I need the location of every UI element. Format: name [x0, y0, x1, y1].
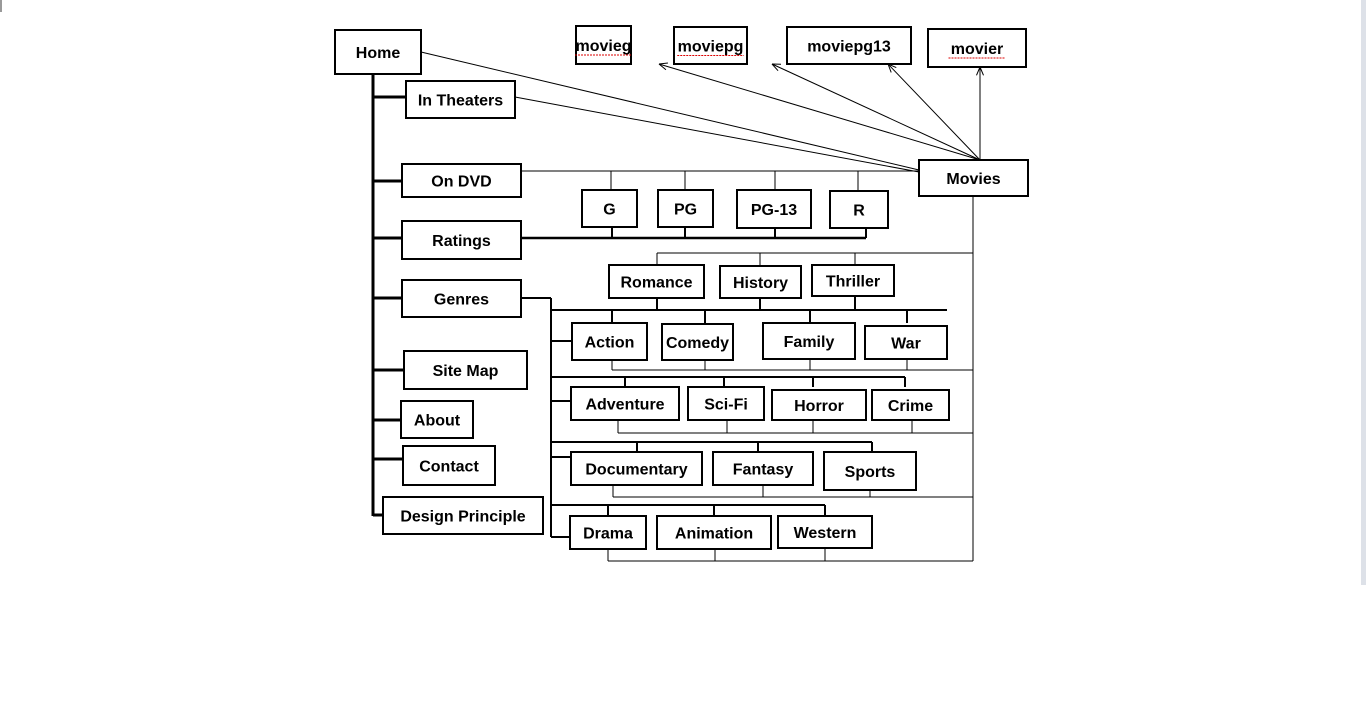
node-g: G [581, 189, 638, 228]
node-drama: Drama [569, 515, 647, 550]
node-label: Genres [434, 292, 489, 309]
node-on-dvd: On DVD [401, 163, 522, 198]
node-label: moviepg [678, 39, 744, 56]
node-label: About [414, 413, 461, 430]
node-ratings: Ratings [401, 220, 522, 260]
node-label: moviepg13 [807, 39, 891, 56]
node-movier: movier [927, 28, 1027, 68]
node-label: History [733, 275, 788, 292]
node-fantasy: Fantasy [712, 451, 814, 486]
node-label: Adventure [585, 397, 664, 414]
node-label: Action [585, 335, 635, 352]
node-label: On DVD [431, 174, 491, 191]
node-label: Romance [620, 275, 692, 292]
node-pg13: PG-13 [736, 189, 812, 229]
node-label: Home [356, 45, 401, 62]
node-label: Ratings [432, 233, 491, 250]
node-western: Western [777, 515, 873, 549]
arrow-head [976, 66, 981, 76]
node-label: Thriller [826, 274, 880, 291]
node-label: PG [674, 202, 697, 219]
node-label: Drama [583, 526, 633, 543]
arrow-head [979, 66, 984, 76]
node-label: Horror [794, 398, 844, 415]
node-war: War [864, 325, 948, 360]
site-map-diagram: Home In Theaters On DVD Ratings Genres Site M… [334, 25, 1029, 562]
node-label: Fantasy [733, 462, 794, 479]
node-action: Action [571, 322, 648, 361]
node-home: Home [334, 29, 422, 75]
arrow-line [887, 63, 981, 161]
node-sports: Sports [823, 451, 917, 491]
node-moviepg13: moviepg13 [786, 26, 912, 65]
node-label: War [891, 336, 921, 353]
node-scifi: Sci-Fi [687, 386, 765, 421]
node-movieg: movieg [575, 25, 632, 65]
node-label: R [853, 203, 865, 220]
node-label: Sci-Fi [704, 397, 748, 414]
node-label: Movies [946, 171, 1000, 188]
node-animation: Animation [656, 515, 772, 550]
node-horror: Horror [771, 389, 867, 421]
vertical-scrollbar[interactable] [1361, 0, 1366, 585]
node-label: G [603, 202, 615, 219]
arrow-line [658, 63, 981, 161]
node-genres: Genres [401, 279, 522, 318]
arrow-line [771, 63, 981, 161]
node-romance: Romance [608, 264, 705, 299]
node-label: movieg [575, 38, 631, 55]
node-in-theaters: In Theaters [405, 80, 516, 119]
node-label: PG-13 [751, 202, 797, 219]
node-r: R [829, 190, 889, 229]
node-label: Contact [419, 459, 479, 476]
nodes: Home In Theaters On DVD Ratings Genres Site M… [334, 25, 1029, 550]
node-moviepg: moviepg [673, 26, 748, 65]
node-adventure: Adventure [570, 386, 680, 421]
node-label: Animation [675, 526, 753, 543]
node-crime: Crime [871, 389, 950, 421]
node-thriller: Thriller [811, 264, 895, 297]
node-contact: Contact [402, 445, 496, 486]
node-label: movier [951, 41, 1003, 58]
node-about: About [400, 400, 474, 439]
node-label: Site Map [433, 363, 499, 380]
node-label: Crime [888, 398, 933, 415]
node-label: Documentary [585, 462, 687, 479]
connector-line [514, 96, 920, 173]
node-site-map: Site Map [403, 350, 528, 390]
node-label: Design Principle [400, 509, 525, 526]
node-documentary: Documentary [570, 451, 703, 486]
node-movies: Movies [918, 159, 1029, 197]
node-label: Western [794, 525, 857, 542]
node-label: Family [784, 334, 835, 351]
node-history: History [719, 265, 802, 299]
node-label: In Theaters [418, 93, 503, 110]
node-pg: PG [657, 189, 714, 228]
node-label: Comedy [666, 335, 729, 352]
node-comedy: Comedy [661, 323, 734, 361]
node-label: Sports [845, 464, 896, 481]
node-design-principle: Design Principle [382, 496, 544, 535]
node-family: Family [762, 322, 856, 360]
arrow-head [658, 62, 669, 65]
